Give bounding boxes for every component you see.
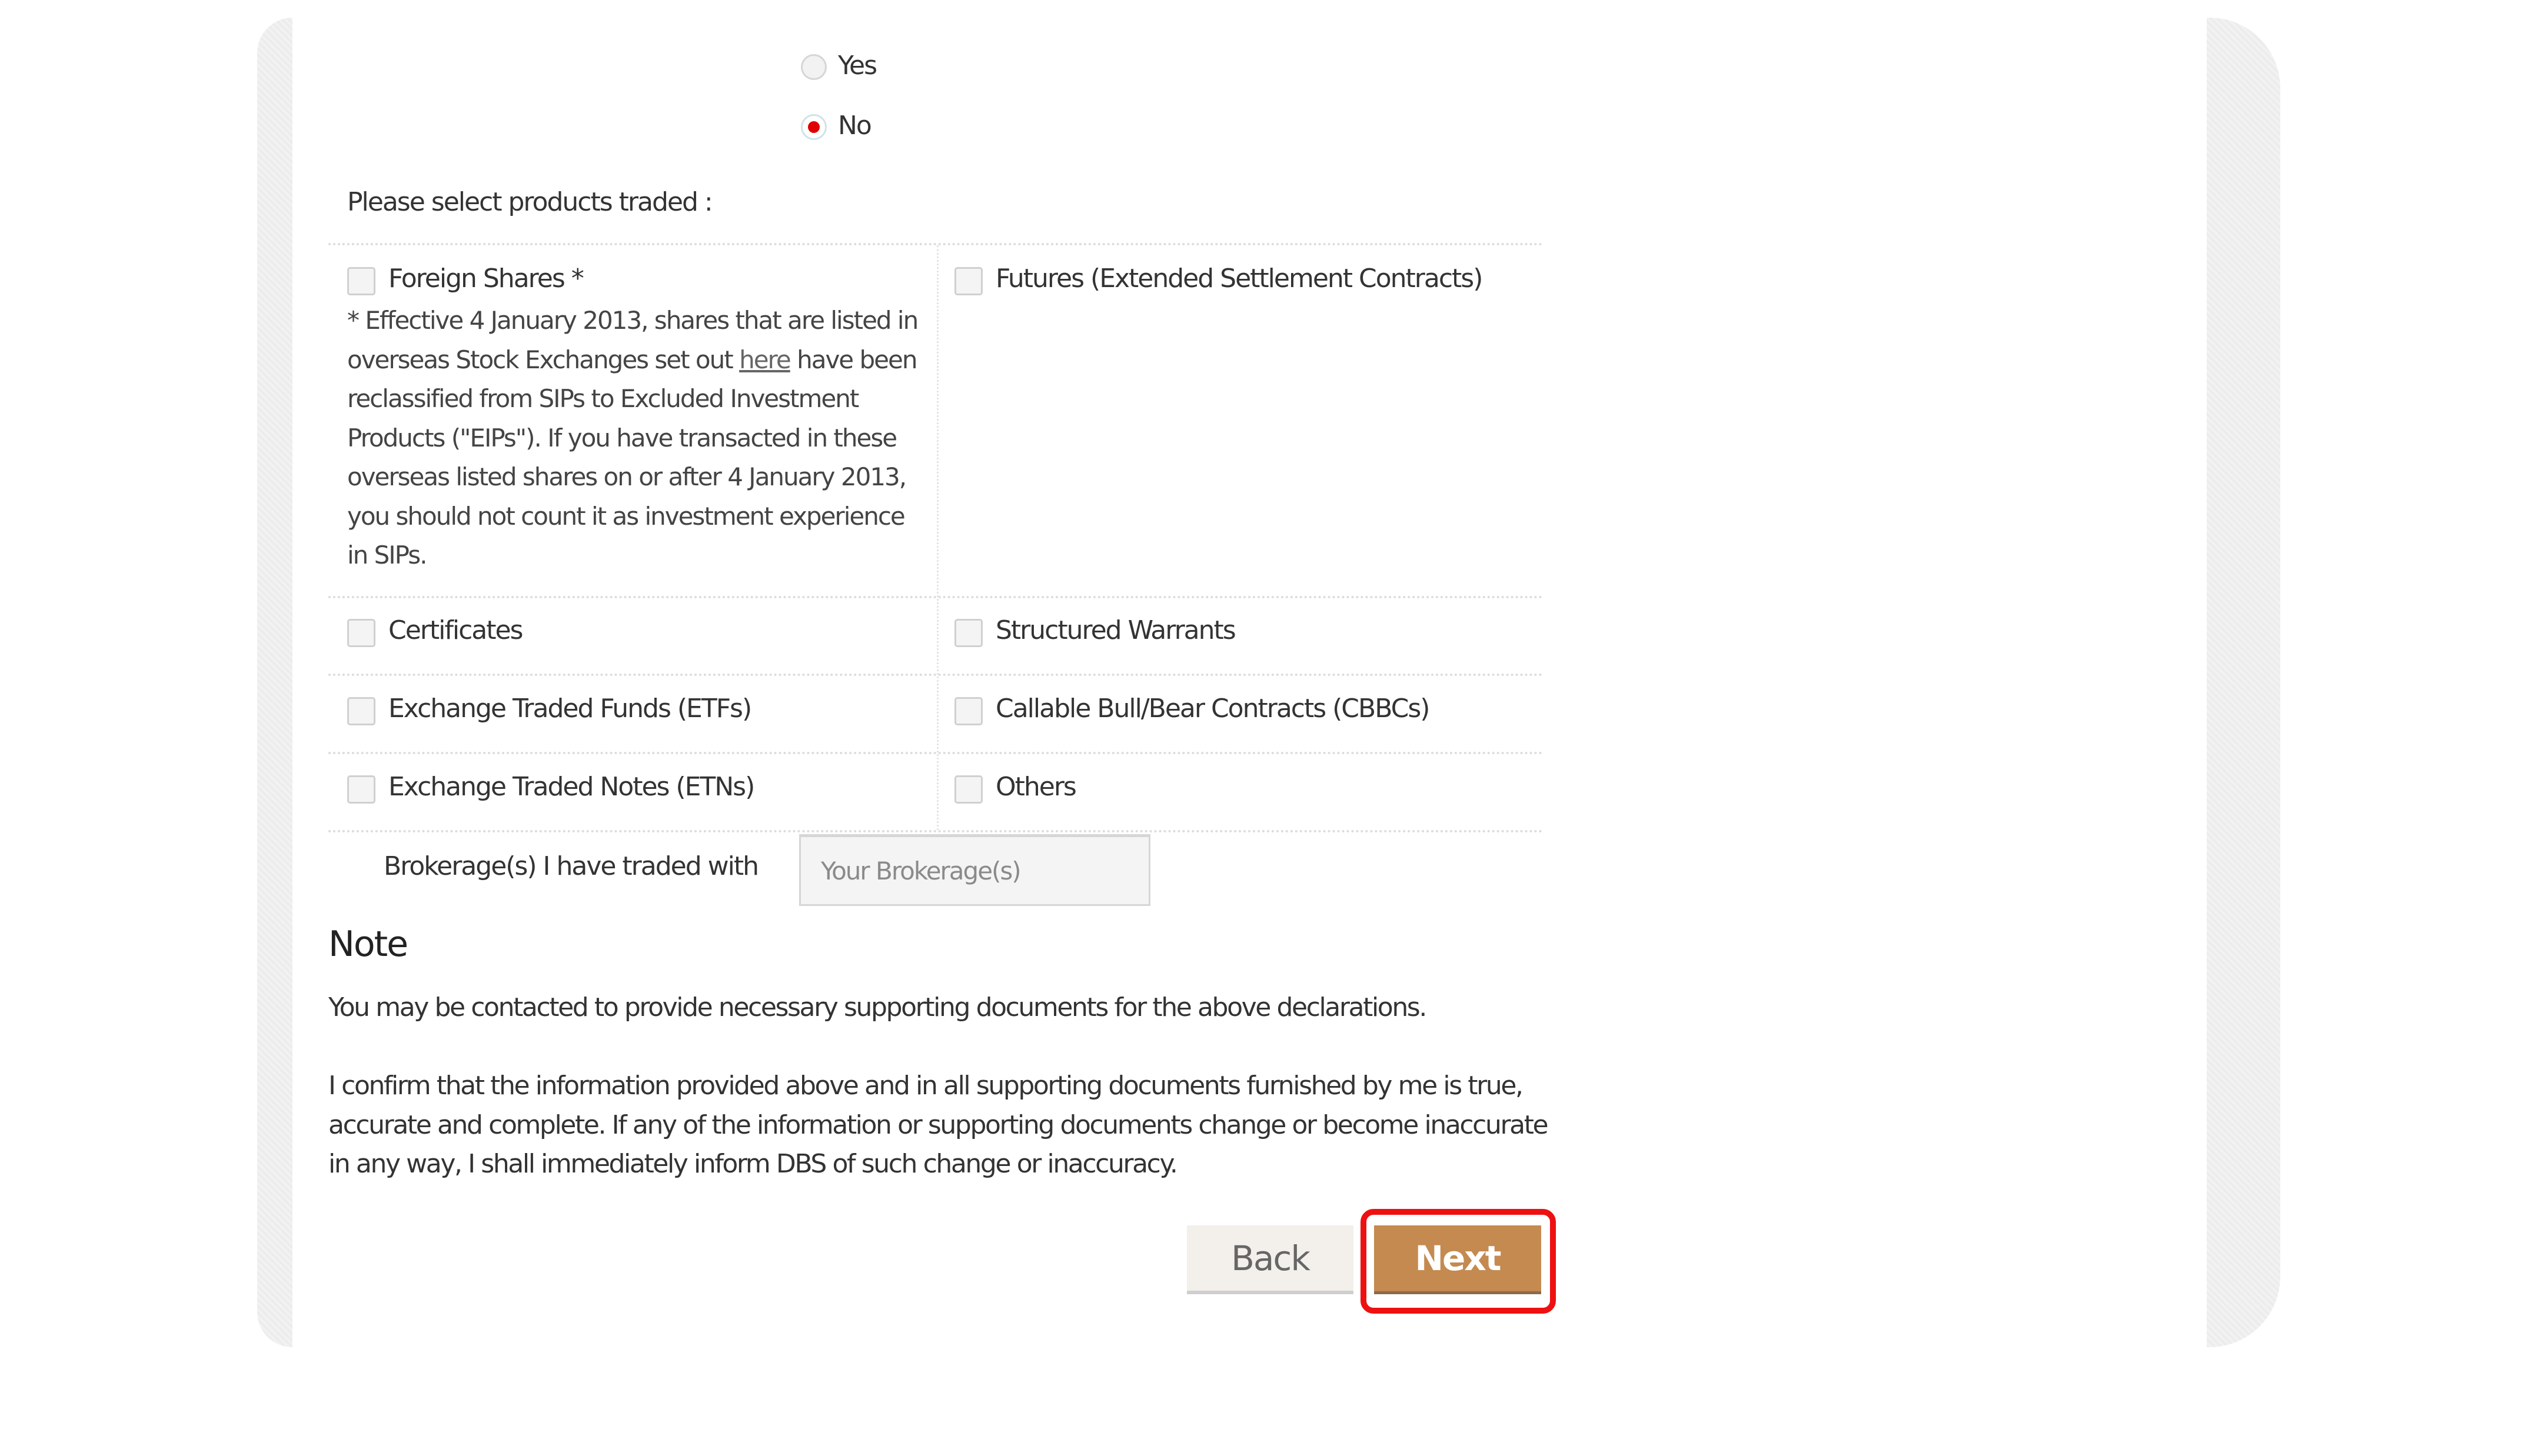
checkbox-structured-warrants[interactable] bbox=[954, 619, 983, 647]
radio-yes[interactable] bbox=[801, 54, 827, 80]
checkbox-etfs[interactable] bbox=[347, 697, 375, 725]
checkbox-futures[interactable] bbox=[954, 267, 983, 295]
column-divider bbox=[937, 245, 939, 830]
products-prompt: Please select products traded : bbox=[347, 187, 713, 217]
page-frame-left bbox=[257, 18, 292, 1347]
product-label: Exchange Traded Funds (ETFs) bbox=[388, 694, 752, 724]
checkbox-foreign-shares[interactable] bbox=[347, 267, 375, 295]
product-label: Certificates bbox=[388, 615, 523, 645]
product-cbbcs[interactable]: Callable Bull/Bear Contracts (CBBCs) bbox=[954, 694, 1537, 728]
product-label: Structured Warrants bbox=[996, 615, 1236, 645]
checkbox-etns[interactable] bbox=[347, 775, 375, 804]
checkbox-certificates[interactable] bbox=[347, 619, 375, 647]
note-paragraph-confirmation: I confirm that the information provided … bbox=[328, 1071, 1549, 1179]
next-button[interactable]: Next bbox=[1374, 1225, 1541, 1294]
radio-yes-label: Yes bbox=[838, 51, 877, 81]
radio-no[interactable] bbox=[801, 114, 827, 140]
product-label: Exchange Traded Notes (ETNs) bbox=[388, 772, 755, 802]
checkbox-others[interactable] bbox=[954, 775, 983, 804]
row-divider bbox=[328, 674, 1543, 676]
note-paragraph-contact: You may be contacted to provide necessar… bbox=[328, 992, 1427, 1022]
here-link[interactable]: here bbox=[739, 345, 791, 374]
row-divider bbox=[328, 243, 1543, 245]
note-heading: Note bbox=[328, 924, 408, 965]
product-certificates[interactable]: Certificates bbox=[347, 615, 924, 649]
checkbox-cbbcs[interactable] bbox=[954, 697, 983, 725]
row-divider bbox=[328, 596, 1543, 598]
brokerage-input[interactable] bbox=[799, 834, 1150, 906]
radio-no-label: No bbox=[838, 111, 872, 141]
product-label: Foreign Shares * bbox=[388, 264, 584, 294]
product-etfs[interactable]: Exchange Traded Funds (ETFs) bbox=[347, 694, 924, 728]
page-frame-right bbox=[2207, 18, 2280, 1347]
back-button[interactable]: Back bbox=[1187, 1225, 1353, 1294]
footnote-text-after: have been reclassified from SIPs to Excl… bbox=[347, 345, 917, 570]
radio-option-yes[interactable]: Yes bbox=[799, 51, 893, 82]
product-etns[interactable]: Exchange Traded Notes (ETNs) bbox=[347, 772, 924, 806]
product-foreign-shares[interactable]: Foreign Shares * bbox=[347, 264, 924, 298]
product-others[interactable]: Others bbox=[954, 772, 1537, 806]
product-structured-warrants[interactable]: Structured Warrants bbox=[954, 615, 1537, 649]
radio-option-no[interactable]: No bbox=[799, 111, 893, 142]
product-label: Futures (Extended Settlement Contracts) bbox=[996, 264, 1483, 294]
row-divider bbox=[328, 752, 1543, 754]
product-label: Others bbox=[996, 772, 1077, 802]
product-futures[interactable]: Futures (Extended Settlement Contracts) bbox=[954, 264, 1537, 298]
brokerage-label: Brokerage(s) I have traded with bbox=[384, 851, 759, 881]
foreign-shares-footnote: * Effective 4 January 2013, shares that … bbox=[347, 301, 924, 575]
product-label: Callable Bull/Bear Contracts (CBBCs) bbox=[996, 694, 1430, 724]
row-divider bbox=[328, 830, 1543, 832]
